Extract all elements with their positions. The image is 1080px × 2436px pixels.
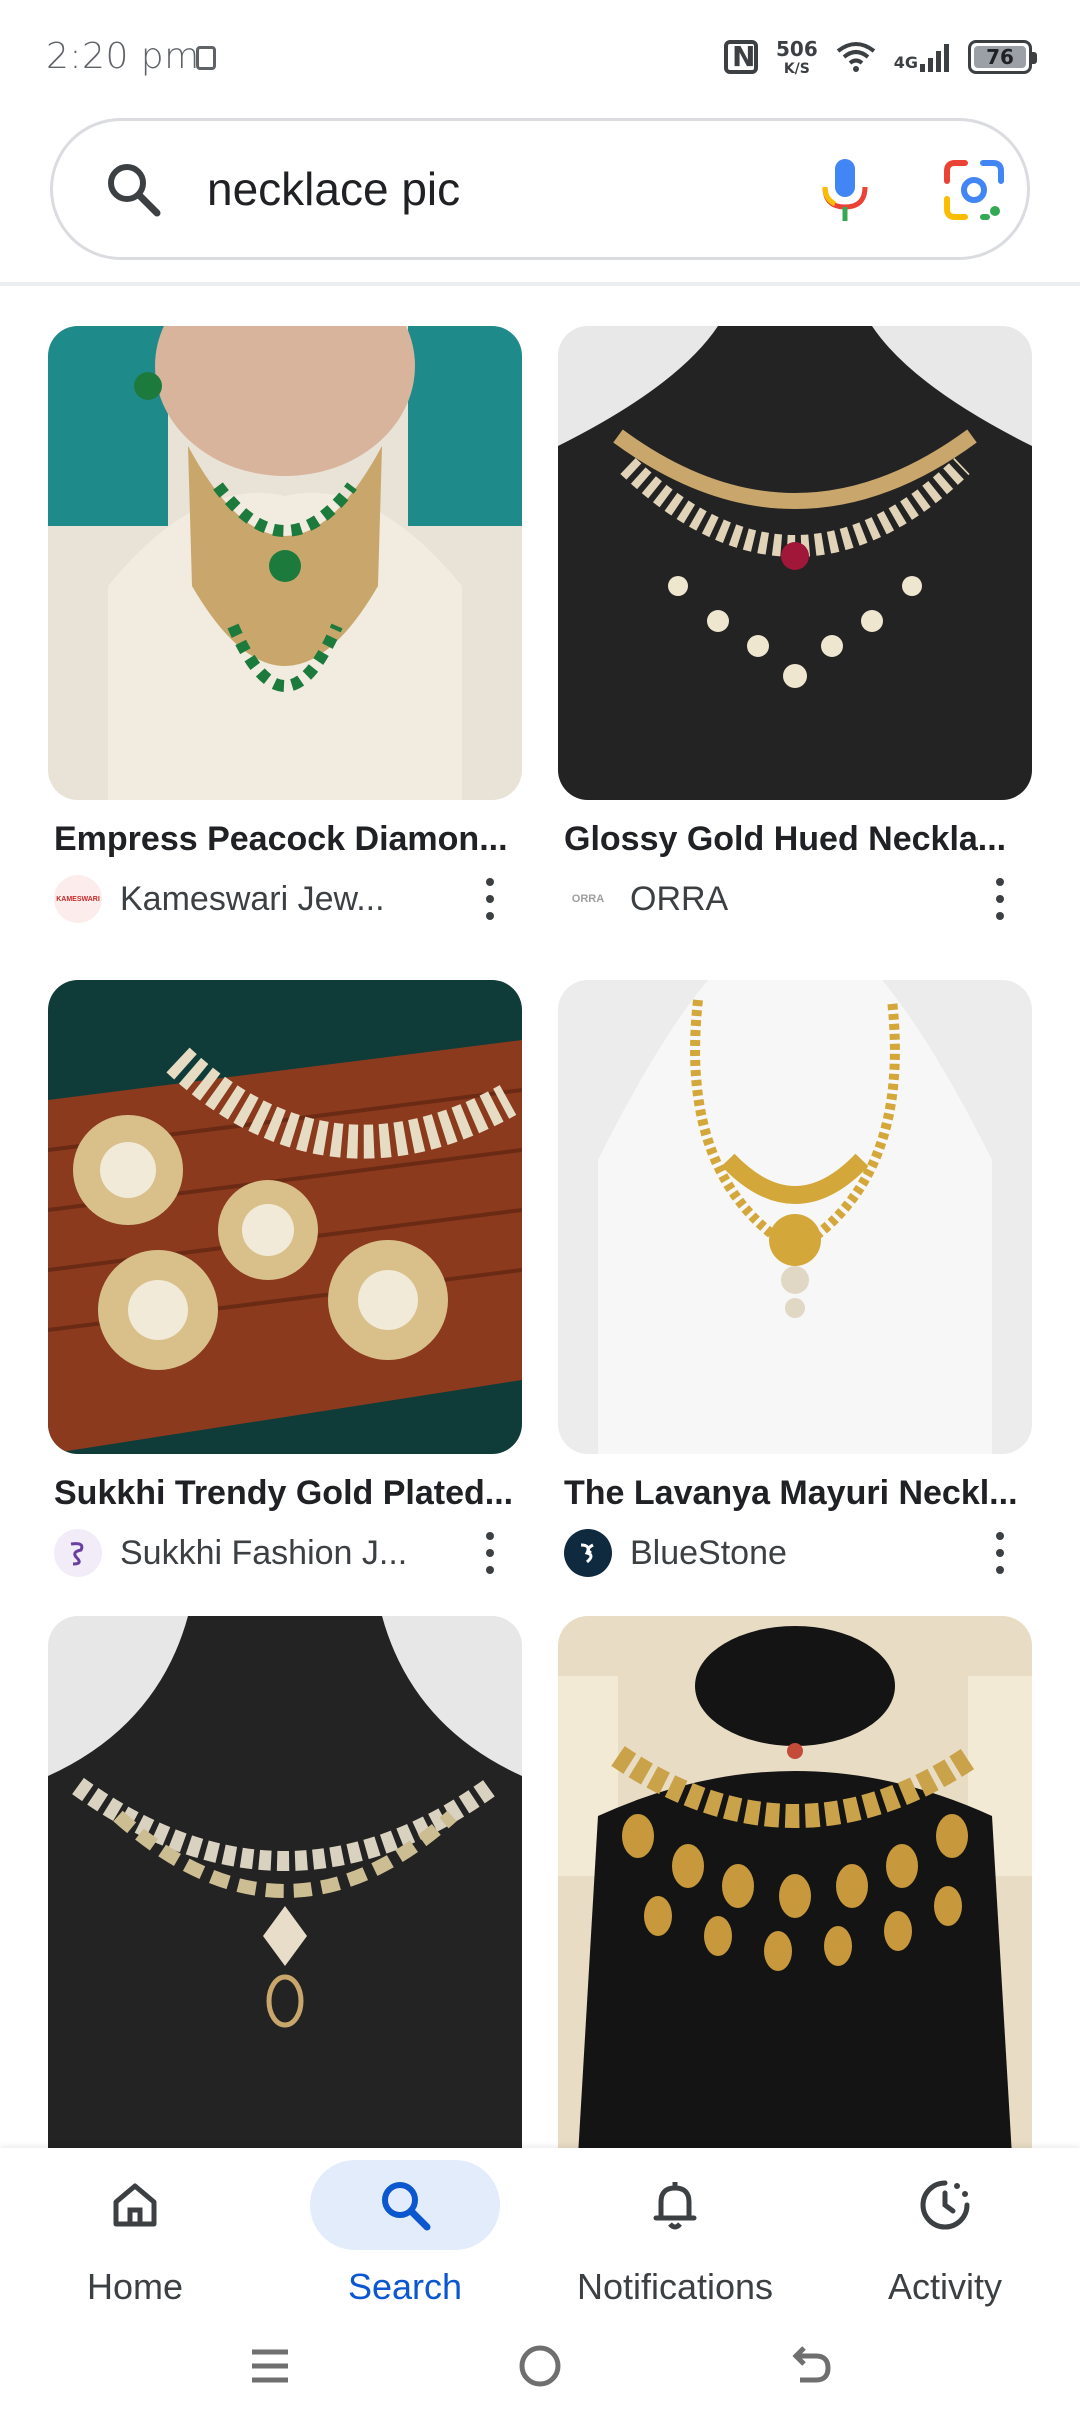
nav-activity-pill[interactable] [850, 2160, 1040, 2250]
back-icon[interactable] [786, 2342, 834, 2390]
result-source[interactable]: ORRA ORRA [564, 874, 1024, 924]
home-button-icon[interactable] [516, 2342, 564, 2390]
nav-home[interactable]: Home [0, 2148, 270, 2308]
result-source[interactable]: BlueStone [564, 1528, 1024, 1578]
result-image[interactable] [48, 1616, 522, 2156]
result-image[interactable] [48, 326, 522, 800]
source-logo-text: ORRA [571, 893, 605, 905]
network-speed-value: 506 [775, 36, 818, 61]
battery-level: 76 [986, 45, 1014, 69]
result-card[interactable]: Empress Peacock Diamon... KAMESWARI Kame… [48, 326, 522, 923]
source-logo [54, 1529, 102, 1577]
nav-notifications-label: Notifications [576, 2266, 774, 2307]
more-options-icon[interactable] [484, 1532, 496, 1574]
nav-notifications-pill[interactable] [580, 2160, 770, 2250]
result-title[interactable]: Glossy Gold Hued Neckla... [564, 820, 1034, 859]
battery-icon: 76 [968, 40, 1037, 74]
nav-search-label: Search [347, 2266, 463, 2307]
header-divider [0, 282, 1080, 286]
wifi-icon [836, 42, 875, 72]
source-logo: KAMESWARI [54, 875, 102, 923]
nfc-icon [723, 40, 758, 74]
source-logo [564, 1529, 612, 1577]
search-icon [382, 2182, 431, 2231]
source-logo: ORRA [564, 875, 612, 923]
result-card[interactable] [48, 1616, 522, 2156]
source-name: ORRA [630, 879, 729, 918]
nav-search[interactable]: Search [270, 2148, 540, 2308]
result-title[interactable]: The Lavanya Mayuri Neckl... [564, 1474, 1034, 1513]
result-title[interactable]: Sukkhi Trendy Gold Plated... [54, 1474, 524, 1513]
bell-icon [653, 2182, 697, 2230]
signal-bars-icon [920, 44, 949, 72]
more-options-icon[interactable] [484, 878, 496, 920]
result-source[interactable]: KAMESWARI Kameswari Jew... [54, 874, 514, 924]
result-title[interactable]: Empress Peacock Diamon... [54, 820, 524, 859]
bottom-navigation: Home Search Notifications Activity [0, 2148, 1080, 2308]
nav-activity[interactable]: Activity [810, 2148, 1080, 2308]
source-logo-text: KAMESWARI [56, 895, 100, 903]
nav-activity-label: Activity [887, 2266, 1002, 2307]
search-bar[interactable] [50, 118, 1030, 260]
result-image[interactable] [558, 326, 1032, 800]
home-icon [113, 2183, 157, 2227]
search-input[interactable] [207, 149, 807, 229]
source-name: Kameswari Jew... [120, 879, 385, 918]
result-card[interactable]: Glossy Gold Hued Neckla... ORRA ORRA [558, 326, 1032, 923]
status-icons: 506 K/S 4G 76 [723, 34, 1037, 80]
nav-home-label: Home [86, 2266, 184, 2307]
recent-apps-icon[interactable] [248, 2344, 292, 2388]
google-lens-icon[interactable] [941, 157, 1007, 223]
source-name: Sukkhi Fashion J... [120, 1533, 408, 1572]
result-card[interactable]: The Lavanya Mayuri Neckl... BlueStone [558, 980, 1032, 1577]
result-image[interactable] [48, 980, 522, 1454]
status-time: 2:20 pm [46, 36, 200, 77]
network-speed: 506 K/S [776, 39, 818, 76]
microphone-icon[interactable] [815, 157, 875, 225]
cellular-signal: 4G [894, 42, 950, 72]
system-navigation-bar [0, 2308, 1080, 2436]
status-bar: 2:20 pm 506 K/S 4G 76 [0, 0, 1080, 112]
notification-app-icon [196, 46, 216, 70]
nav-notifications[interactable]: Notifications [540, 2148, 810, 2308]
more-options-icon[interactable] [994, 878, 1006, 920]
result-source[interactable]: Sukkhi Fashion J... [54, 1528, 514, 1578]
result-card[interactable]: Sukkhi Trendy Gold Plated... Sukkhi Fash… [48, 980, 522, 1577]
cellular-type: 4G [893, 53, 918, 72]
search-icon[interactable] [105, 161, 163, 219]
nav-search-pill[interactable] [310, 2160, 500, 2250]
activity-history-icon [920, 2180, 970, 2230]
nav-home-pill[interactable] [40, 2160, 230, 2250]
result-image[interactable] [558, 980, 1032, 1454]
result-card[interactable] [558, 1616, 1032, 2156]
more-options-icon[interactable] [994, 1532, 1006, 1574]
source-name: BlueStone [630, 1533, 787, 1572]
network-speed-unit: K/S [783, 60, 810, 77]
result-image[interactable] [558, 1616, 1032, 2156]
